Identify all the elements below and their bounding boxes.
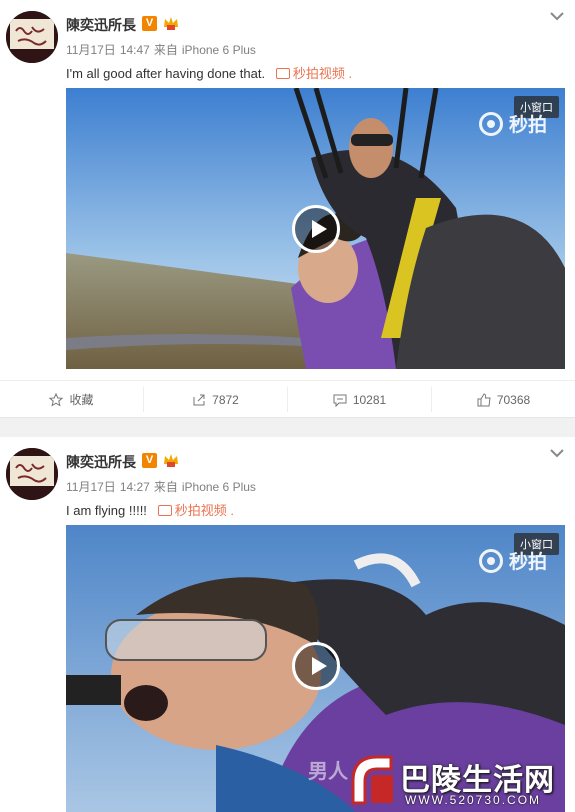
repost-count[interactable]: 7872	[212, 393, 239, 407]
author-name[interactable]: 陳奕迅所長	[66, 452, 136, 472]
like-icon	[477, 392, 491, 406]
favorite-label[interactable]: 收藏	[69, 391, 93, 408]
author-name[interactable]: 陳奕迅所長	[66, 15, 136, 35]
crown-icon	[164, 17, 178, 30]
site-watermark: 巴陵生活网 WWW.520730.COM	[345, 745, 575, 812]
verified-icon: V	[142, 16, 157, 31]
video-link-label[interactable]: 秒拍视频	[293, 66, 345, 81]
star-icon	[49, 392, 64, 407]
post-date[interactable]: 11月17日	[66, 43, 116, 57]
like-count[interactable]: 70368	[497, 393, 530, 407]
verified-icon: V	[142, 453, 157, 468]
watermark-text: 秒拍	[508, 115, 547, 136]
video-link-label[interactable]: 秒拍视频	[175, 503, 227, 518]
ghost-watermark: 男人	[308, 761, 348, 783]
video-link[interactable]: 秒拍视频	[275, 66, 345, 81]
via-label: 来自	[153, 480, 178, 494]
chevron-down-icon[interactable]	[549, 10, 565, 22]
miaopai-watermark: 秒拍	[478, 547, 547, 574]
comment-count[interactable]: 10281	[353, 393, 386, 407]
via-label: 来自	[153, 43, 178, 57]
play-icon[interactable]	[292, 642, 340, 690]
post-text-body: I'm all good after having done that.	[66, 66, 266, 81]
miaopai-logo-icon	[478, 111, 503, 136]
post-device[interactable]: iPhone 6 Plus	[182, 480, 256, 494]
weibo-post-1: 陳奕迅所長 V 11月17日 14:47 来自 iPhone 6 Plus I'm a…	[0, 0, 575, 417]
trailing-dot: .	[348, 66, 353, 81]
trailing-dot: .	[230, 503, 235, 518]
video-icon	[157, 505, 172, 516]
watermark-text: 秒拍	[508, 552, 547, 573]
play-icon[interactable]	[292, 205, 340, 253]
author-avatar[interactable]	[6, 11, 58, 63]
site-url: WWW.520730.COM	[405, 793, 542, 807]
miaopai-logo-icon	[478, 548, 503, 573]
repost-button[interactable]: 7872	[144, 387, 288, 412]
post-device[interactable]: iPhone 6 Plus	[182, 43, 256, 57]
site-logo-icon	[351, 755, 393, 805]
chevron-down-icon[interactable]	[549, 447, 565, 459]
post-time[interactable]: 14:47	[120, 43, 150, 57]
author-avatar[interactable]	[6, 448, 58, 500]
favorite-button[interactable]: 收藏	[0, 387, 144, 412]
post-actions: 收藏 7872 10281 70368	[0, 380, 575, 418]
post-time[interactable]: 14:27	[120, 480, 150, 494]
post-text: I'm all good after having done that. 秒拍视…	[66, 63, 352, 82]
post-text: I am flying !!!!! 秒拍视频 .	[66, 500, 234, 519]
video-player[interactable]: 小窗口 秒拍	[66, 88, 565, 369]
post-meta: 11月17日 14:47 来自 iPhone 6 Plus	[66, 41, 260, 58]
video-icon	[275, 68, 290, 79]
like-button[interactable]: 70368	[432, 387, 575, 412]
post-text-body: I am flying !!!!!	[66, 503, 147, 518]
repost-icon	[193, 394, 205, 405]
post-date[interactable]: 11月17日	[66, 480, 116, 494]
comment-icon	[333, 394, 347, 407]
miaopai-watermark: 秒拍	[478, 110, 547, 137]
video-link[interactable]: 秒拍视频	[157, 503, 227, 518]
post-separator	[0, 417, 575, 438]
comment-button[interactable]: 10281	[288, 387, 432, 412]
post-meta: 11月17日 14:27 来自 iPhone 6 Plus	[66, 478, 260, 495]
crown-icon	[164, 454, 178, 467]
